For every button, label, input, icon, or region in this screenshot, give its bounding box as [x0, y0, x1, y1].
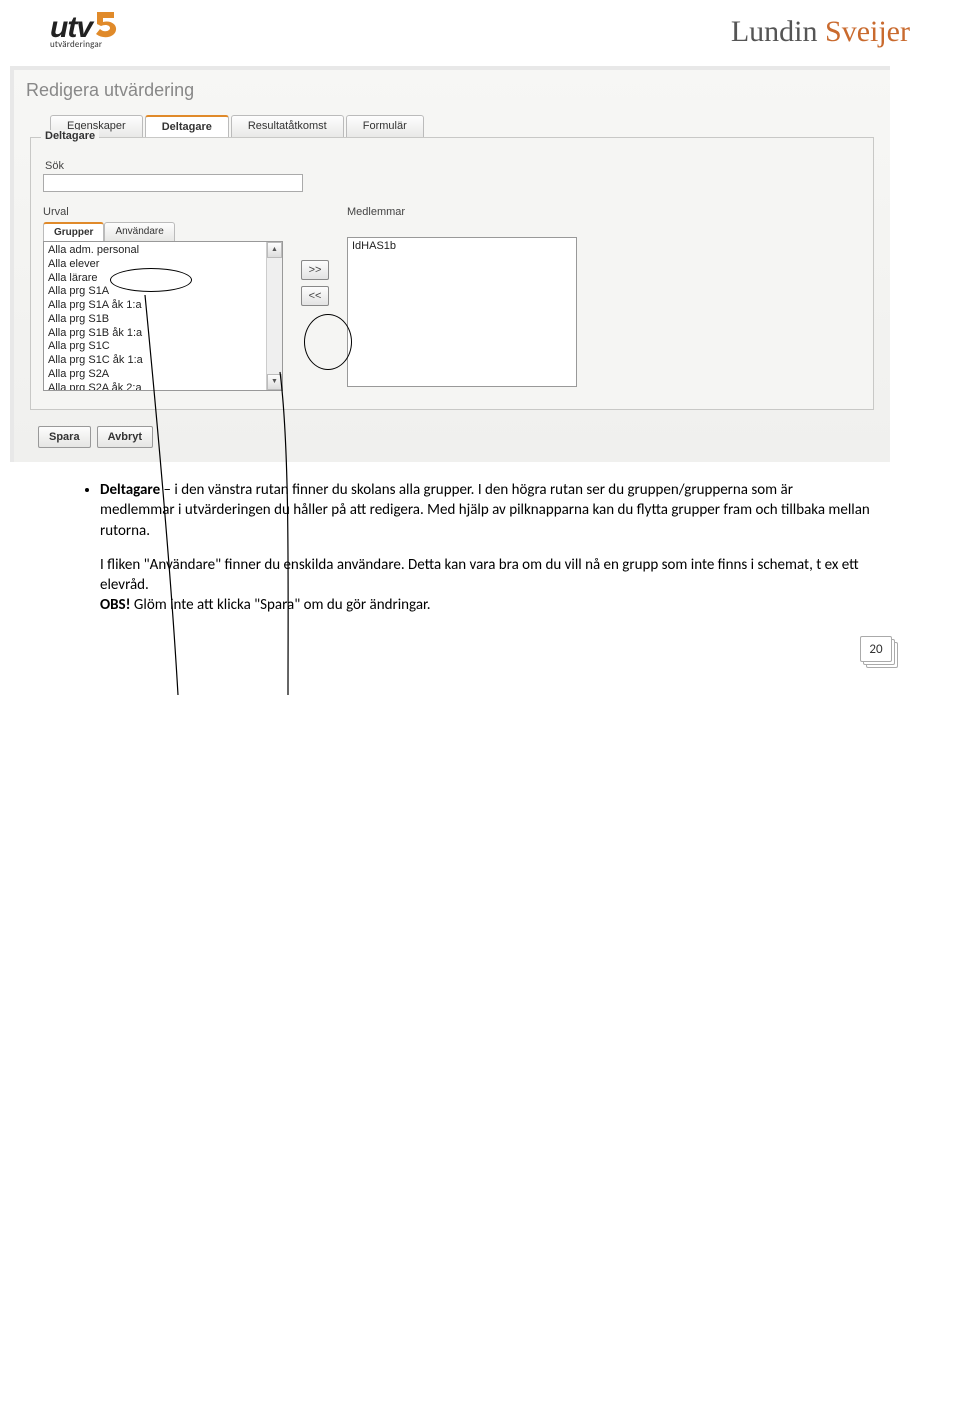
window-title: Redigera utvärdering [14, 70, 890, 115]
page-number: 20 [860, 636, 892, 662]
list-item[interactable]: Alla prg S2A åk 2:a [48, 382, 278, 392]
main-tabs: Egenskaper Deltagare Resultatåtkomst For… [14, 115, 890, 137]
list-item[interactable]: Alla prg S1B [48, 313, 278, 327]
deltagare-panel: Deltagare Sök Urval Grupper Användare Al… [30, 137, 874, 410]
save-button[interactable]: Spara [38, 426, 91, 448]
footer-buttons: Spara Avbryt [14, 426, 890, 462]
tab-deltagare[interactable]: Deltagare [145, 115, 229, 137]
groups-listbox[interactable]: Alla adm. personal Alla elever Alla lära… [43, 241, 283, 391]
search-label: Sök [45, 160, 861, 172]
medlemmar-label: Medlemmar [347, 206, 577, 218]
cancel-button[interactable]: Avbryt [97, 426, 153, 448]
list-item[interactable]: Alla prg S2A [48, 368, 278, 382]
tab-formular[interactable]: Formulär [346, 115, 424, 137]
urval-column: Urval Grupper Användare Alla adm. person… [43, 206, 283, 391]
tab-resultatatkomst[interactable]: Resultatåtkomst [231, 115, 344, 137]
subtab-anvandare[interactable]: Användare [104, 222, 174, 241]
list-item[interactable]: Alla prg S1C [48, 340, 278, 354]
app-screenshot: Redigera utvärdering Egenskaper Deltagar… [10, 66, 890, 462]
list-item[interactable]: Alla adm. personal [48, 244, 278, 258]
list-item[interactable]: Alla prg S1B åk 1:a [48, 327, 278, 341]
paragraph-obs: OBS! Glöm inte att klicka "Spara" om du … [100, 595, 870, 615]
urval-subtabs: Grupper Användare [43, 222, 283, 241]
document-body: Deltagare – i den vänstra rutan finner d… [80, 480, 870, 616]
page-number-badge: 20 [860, 636, 900, 668]
list-item[interactable]: Alla lärare [48, 272, 278, 286]
panel-legend: Deltagare [41, 130, 99, 142]
paragraph-anvandare: I fliken "Användare" finner du enskilda … [100, 555, 870, 596]
list-item[interactable]: Alla prg S1C åk 1:a [48, 354, 278, 368]
subtab-grupper[interactable]: Grupper [43, 222, 104, 241]
scrollbar[interactable] [266, 242, 282, 390]
logo-five-icon [92, 9, 120, 45]
list-item[interactable]: Alla elever [48, 258, 278, 272]
list-item[interactable]: Alla prg S1A åk 1:a [48, 299, 278, 313]
add-button[interactable]: >> [301, 260, 329, 280]
urval-label: Urval [43, 206, 283, 218]
logo-utv5: utv utvärderingar [50, 7, 170, 57]
members-listbox[interactable]: IdHAS1b [347, 237, 577, 387]
page-header: utv utvärderingar Lundin Sveijer [50, 0, 910, 60]
transfer-buttons: >> << [301, 260, 329, 306]
medlemmar-column: Medlemmar IdHAS1b [347, 206, 577, 387]
remove-button[interactable]: << [301, 286, 329, 306]
bullet-deltagare: Deltagare – i den vänstra rutan finner d… [100, 480, 870, 616]
list-item[interactable]: Alla prg S1A [48, 285, 278, 299]
list-item[interactable]: IdHAS1b [352, 240, 572, 252]
logo-lundin-sveijer: Lundin Sveijer [731, 15, 910, 49]
search-input[interactable] [43, 174, 303, 192]
